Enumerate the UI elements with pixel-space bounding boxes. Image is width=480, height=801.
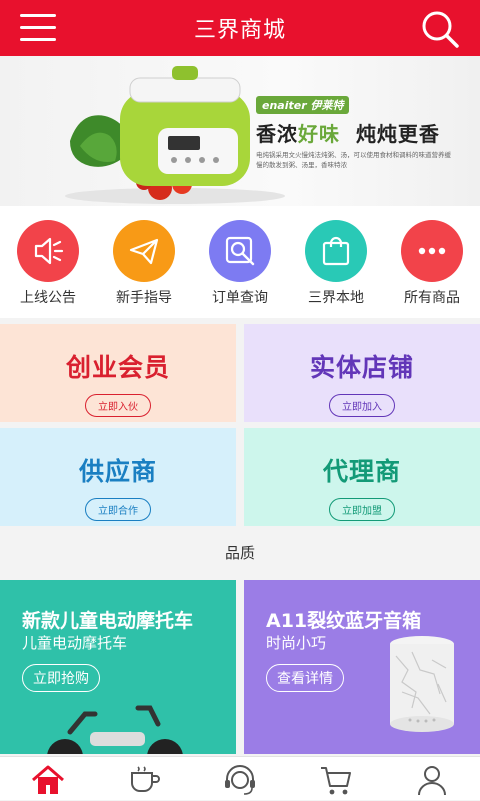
category-tab[interactable]: [126, 763, 162, 797]
franchise-button[interactable]: 立即加盟: [329, 498, 395, 521]
home-icon: [32, 765, 64, 794]
join-button[interactable]: 立即入伙: [85, 394, 151, 417]
top-bar: 三界商城: [0, 0, 480, 56]
shopping-bag-icon: [305, 220, 367, 282]
quick-link-guide[interactable]: 新手指导: [96, 220, 192, 307]
promo-subtitle: 时尚小巧: [266, 634, 327, 652]
headset-icon: [225, 765, 255, 795]
promo-title: A11裂纹蓝牙音箱: [266, 610, 422, 632]
promo-tile-speaker[interactable]: A11裂纹蓝牙音箱 时尚小巧 查看详情: [244, 580, 480, 754]
quick-link-order-query[interactable]: 订单查询: [192, 220, 288, 307]
card-title: 创业会员: [65, 353, 170, 382]
service-tab[interactable]: [222, 763, 258, 797]
paper-plane-icon: [113, 220, 175, 282]
banner-slogan: 香浓好味 炖炖更香: [256, 122, 440, 146]
card-title: 实体店铺: [309, 353, 414, 382]
promo-subtitle: 儿童电动摩托车: [22, 634, 128, 652]
card-title: 供应商: [78, 457, 157, 486]
promo-tile-motorcycle[interactable]: 新款儿童电动摩托车 儿童电动摩托车 立即抢购: [0, 580, 236, 754]
buy-now-button[interactable]: 立即抢购: [22, 664, 100, 692]
join-button[interactable]: 立即加入: [329, 394, 395, 417]
cooperate-button[interactable]: 立即合作: [85, 498, 151, 521]
search-icon[interactable]: [420, 9, 460, 49]
order-search-icon: [209, 220, 271, 282]
card-agent[interactable]: 代理商 立即加盟: [244, 428, 480, 526]
card-startup-member[interactable]: 创业会员 立即入伙: [0, 324, 236, 422]
home-tab[interactable]: [30, 763, 66, 797]
quick-link-label: 新手指导: [116, 290, 172, 306]
promo-banner[interactable]: enaiter 伊莱特 香浓好味 炖炖更香 电炖锅采用文火慢炖法炖粥、汤，可以使…: [0, 56, 480, 206]
brand-logo: enaiter 伊莱特: [256, 96, 350, 114]
cup-icon: [131, 766, 160, 792]
card-supplier[interactable]: 供应商 立即合作: [0, 428, 236, 526]
promo-title: 新款儿童电动摩托车: [22, 610, 194, 632]
profile-tab[interactable]: [414, 763, 450, 797]
quick-link-announcement[interactable]: 上线公告: [0, 220, 96, 307]
speaker-icon: [17, 220, 79, 282]
motorcycle-image: [47, 705, 183, 754]
bottom-tab-bar: [0, 756, 480, 800]
quick-link-label: 三界本地: [308, 290, 364, 306]
speaker-image: [390, 636, 454, 732]
quick-link-label: 订单查询: [212, 290, 268, 306]
section-title: 品质: [0, 528, 480, 578]
quick-link-label: 所有商品: [404, 290, 460, 306]
quick-link-local[interactable]: 三界本地: [288, 220, 384, 307]
page-title: 三界商城: [193, 18, 286, 43]
card-title: 代理商: [322, 457, 401, 486]
quick-link-label: 上线公告: [20, 290, 76, 306]
banner-description: 电炖锅采用文火慢炖法炖粥、汤，可以使用食材和调料的味道营养缓慢的散发到粥、汤里，…: [256, 151, 451, 169]
more-dots-icon: [401, 220, 463, 282]
user-icon: [418, 766, 446, 796]
card-physical-store[interactable]: 实体店铺 立即加入: [244, 324, 480, 422]
cart-tab[interactable]: [318, 763, 354, 797]
quick-link-all-products[interactable]: 所有商品: [384, 220, 480, 307]
cart-icon: [321, 767, 351, 795]
view-details-button[interactable]: 查看详情: [266, 664, 344, 692]
quick-links: 上线公告 新手指导 订单查询 三界本地 所有商品: [0, 206, 480, 318]
